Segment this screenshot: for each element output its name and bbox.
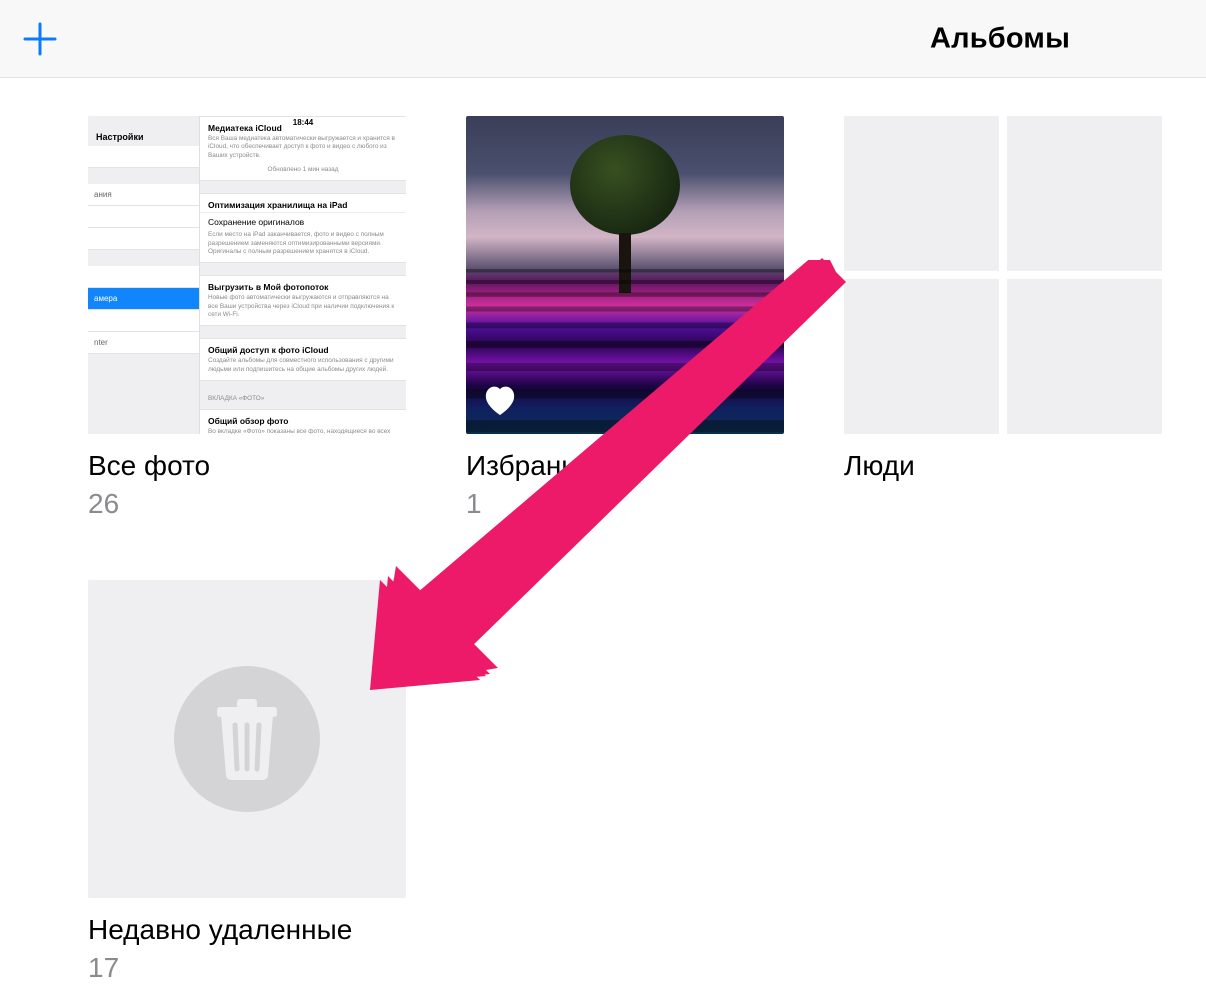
album-title: Недавно удаленные <box>88 914 406 946</box>
side-row-label: nter <box>88 332 199 354</box>
trash-icon <box>211 697 283 781</box>
album-count: 17 <box>88 952 406 984</box>
album-people[interactable]: Люди <box>844 116 1162 520</box>
settings-item: Выгрузить в Мой фотопоток <box>200 276 406 294</box>
album-count: 26 <box>88 488 406 520</box>
people-placeholder <box>844 279 999 434</box>
heart-icon <box>480 380 520 420</box>
settings-desc: Новые фото автоматически выгружаются и о… <box>200 294 406 325</box>
status-time: 18:44 <box>293 118 313 127</box>
album-all-photos[interactable]: Настройки ания амера nter 18:44 Фото и К <box>88 116 406 520</box>
settings-side-title: Настройки <box>88 116 199 146</box>
albums-grid: Настройки ания амера nter 18:44 Фото и К <box>88 116 1206 984</box>
settings-desc: Если место на iPad заканчивается, фото и… <box>200 231 406 262</box>
settings-desc: Вся Ваша медиатека автоматически выгружа… <box>200 135 406 166</box>
side-row-label: ания <box>88 184 199 206</box>
settings-section-label: ВКЛАДКА «ФОТО» <box>200 393 406 409</box>
album-favorites[interactable]: Избранное 1 <box>466 116 784 520</box>
people-placeholder <box>1007 279 1162 434</box>
side-row-label-selected: амера <box>88 288 199 310</box>
settings-item: Оптимизация хранилища на iPad <box>200 194 406 212</box>
album-recently-deleted[interactable]: Недавно удаленные 17 <box>88 580 406 984</box>
album-thumbnail <box>466 116 784 434</box>
settings-desc: Во вкладке «Фото» показаны все фото, нах… <box>200 428 406 434</box>
album-title: Избранное <box>466 450 784 482</box>
settings-item: Общий обзор фото <box>200 410 406 428</box>
album-count: 1 <box>466 488 784 520</box>
settings-desc: Создайте альбомы для совместного использ… <box>200 357 406 380</box>
album-title: Люди <box>844 450 1162 482</box>
settings-updated: Обновлено 1 мин назад <box>200 166 406 180</box>
people-placeholder <box>844 116 999 271</box>
people-placeholder <box>1007 116 1162 271</box>
add-button[interactable] <box>22 21 58 57</box>
album-title: Все фото <box>88 450 406 482</box>
album-thumbnail <box>88 580 406 898</box>
album-thumbnail <box>844 116 1162 434</box>
settings-item: Общий доступ к фото iCloud <box>200 339 406 357</box>
albums-content: Настройки ания амера nter 18:44 Фото и К <box>0 78 1206 984</box>
settings-item: Сохранение оригиналов <box>200 212 406 231</box>
plus-icon <box>22 21 58 57</box>
trash-circle <box>174 666 320 812</box>
album-thumbnail: Настройки ания амера nter 18:44 Фото и К <box>88 116 406 434</box>
header-bar: Альбомы <box>0 0 1206 78</box>
page-title: Альбомы <box>930 22 1070 55</box>
